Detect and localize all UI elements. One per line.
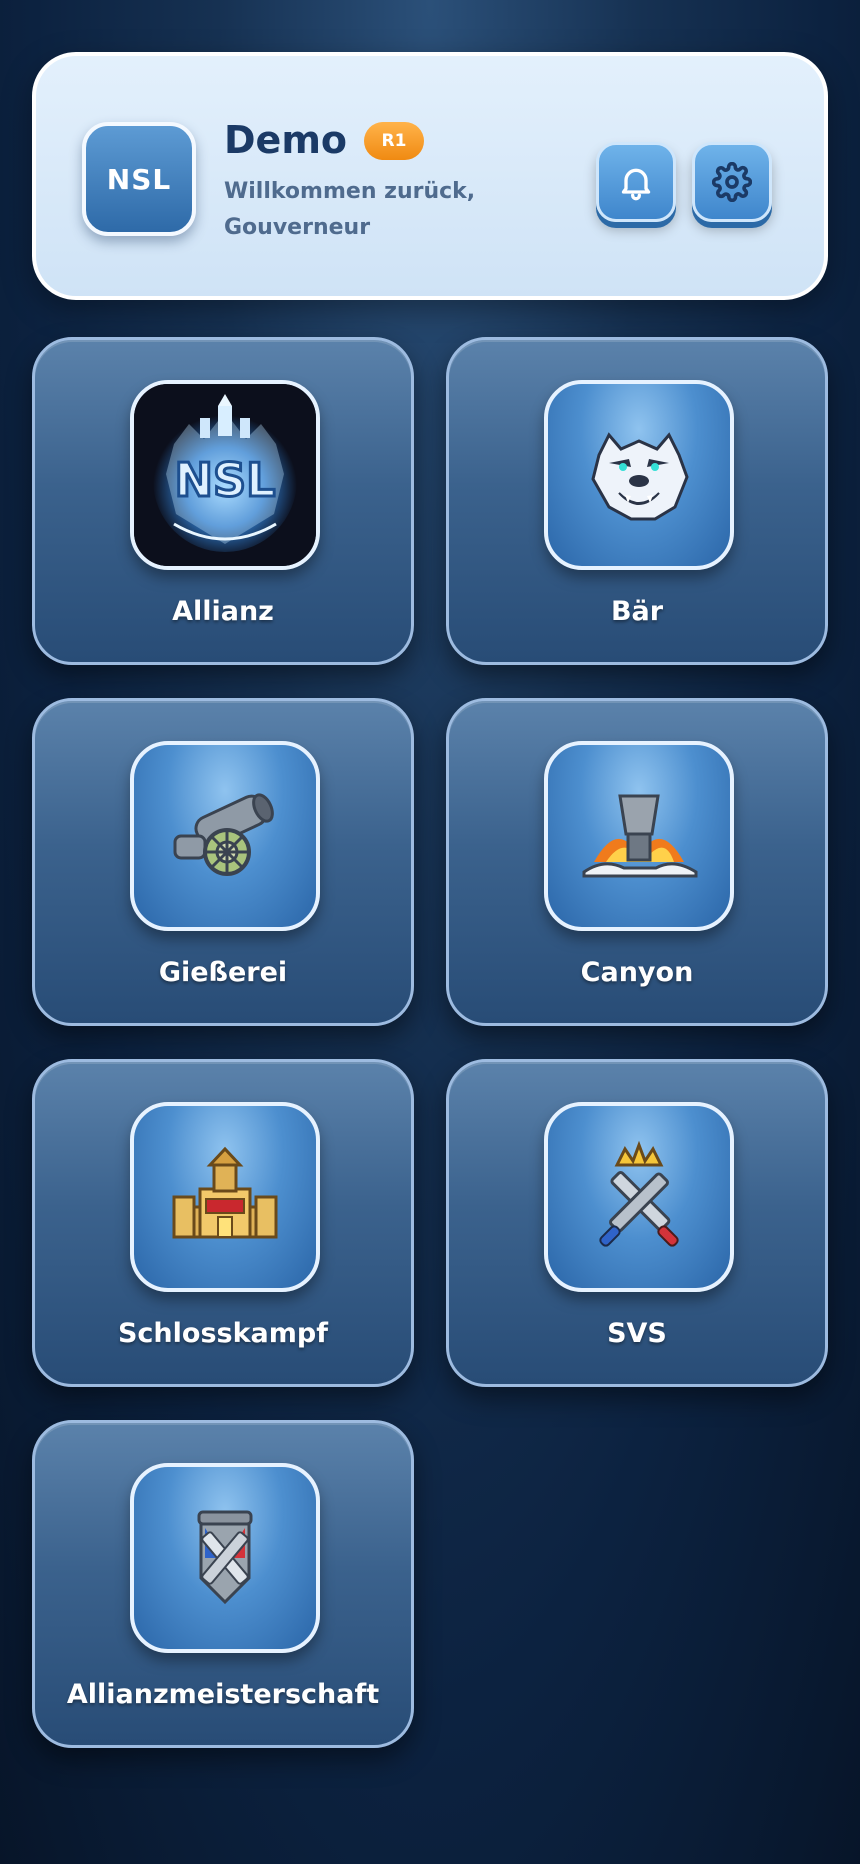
gear-icon [712, 162, 752, 202]
polar-bear-icon [544, 380, 734, 570]
user-name: Demo [224, 118, 348, 162]
tile-label: Allianzmeisterschaft [66, 1679, 380, 1710]
tile-schlosskampf[interactable]: Schlosskampf [32, 1059, 414, 1387]
tile-giesserei[interactable]: Gießerei [32, 698, 414, 1026]
avatar-text: NSL [106, 162, 172, 196]
welcome-text: Willkommen zurück, Gouverneur [224, 179, 476, 240]
tile-label: SVS [607, 1318, 667, 1349]
crossed-swords-crown-icon [544, 1102, 734, 1292]
tile-svs[interactable]: SVS [446, 1059, 828, 1387]
notifications-button[interactable] [596, 142, 676, 222]
nsl-logo-icon: NSL [130, 380, 320, 570]
tile-label: Bär [610, 596, 664, 627]
tile-allianz[interactable]: NSL Allianz [32, 337, 414, 665]
profile-header-card: NSL Demo R1 Willkommen zurück, Gouverneu… [32, 52, 828, 300]
avatar[interactable]: NSL [82, 122, 196, 236]
cannon-icon [130, 741, 320, 931]
bell-icon [621, 168, 651, 201]
tile-allianzmeisterschaft[interactable]: Allianzmeisterschaft [32, 1420, 414, 1748]
castle-icon [130, 1102, 320, 1292]
rank-badge: R1 [364, 122, 424, 160]
volcano-forge-icon [544, 741, 734, 931]
shield-banner-icon [130, 1463, 320, 1653]
tile-canyon[interactable]: Canyon [446, 698, 828, 1026]
svg-text:NSL: NSL [175, 453, 276, 507]
tile-label: Allianz [172, 596, 274, 627]
tile-label: Schlosskampf [117, 1318, 328, 1349]
tile-label: Canyon [580, 957, 694, 988]
tile-label: Gießerei [158, 957, 288, 988]
tile-baer[interactable]: Bär [446, 337, 828, 665]
settings-button[interactable] [692, 142, 772, 222]
